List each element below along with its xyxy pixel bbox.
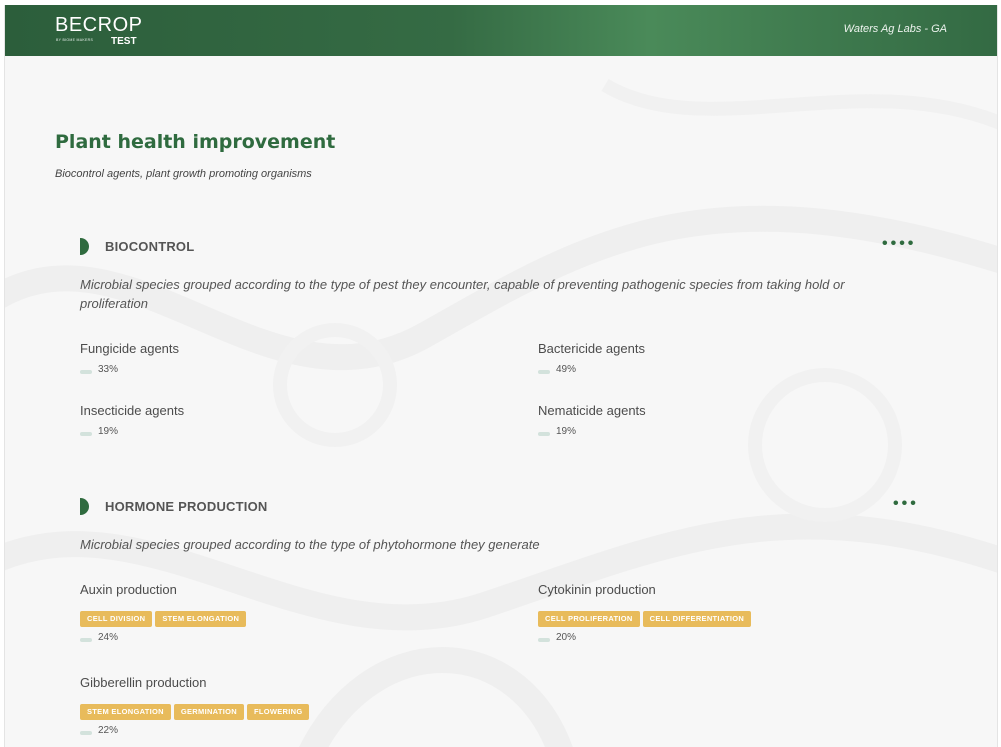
tag: GERMINATION	[173, 704, 244, 720]
half-circle-icon	[80, 238, 89, 255]
more-options-icon[interactable]: •••	[893, 496, 919, 517]
percent-bar	[538, 432, 550, 436]
metric-name: Gibberellin production	[80, 675, 207, 690]
metric-name: Bactericide agents	[538, 341, 645, 356]
section-title: HORMONE PRODUCTION	[105, 499, 268, 514]
metric-name: Cytokinin production	[538, 582, 656, 597]
metric-bactericide: Bactericide agents 49%	[538, 341, 938, 378]
metric-fungicide: Fungicide agents 33%	[80, 341, 480, 378]
more-options-icon[interactable]: ••••	[882, 236, 916, 257]
percent-bar	[80, 731, 92, 735]
lab-name: Waters Ag Labs - GA	[843, 23, 947, 35]
percent-bar	[538, 638, 550, 642]
metric-percent: 19%	[556, 426, 577, 437]
half-circle-icon	[80, 498, 89, 515]
tag: FLOWERING	[246, 704, 310, 720]
logo-byline: BY BIOME MAKERS	[56, 38, 94, 42]
metric-auxin: Auxin production CELL DIVISION STEM ELONG…	[80, 582, 480, 646]
tag-list: CELL DIVISION STEM ELONGATION	[80, 608, 480, 627]
section-title: BIOCONTROL	[105, 239, 195, 254]
metric-name: Fungicide agents	[80, 341, 180, 356]
logo-test-label: TEST	[111, 36, 137, 47]
metric-name: Auxin production	[80, 582, 177, 597]
becrop-logo: BECROP BY BIOME MAKERS TEST	[55, 14, 142, 50]
metric-name: Insecticide agents	[80, 403, 185, 418]
tag: STEM ELONGATION	[155, 611, 247, 627]
tag-list: STEM ELONGATION GERMINATION FLOWERING	[80, 701, 480, 720]
section-header-biocontrol: BIOCONTROL ••••	[80, 236, 930, 257]
metric-percent: 22%	[98, 725, 119, 736]
page-subtitle: Biocontrol agents, plant growth promotin…	[55, 168, 312, 180]
metric-percent: 49%	[556, 364, 577, 375]
logo-wordmark: BECROP	[55, 14, 143, 36]
top-banner: BECROP BY BIOME MAKERS TEST Waters Ag La…	[5, 5, 997, 56]
page-title: Plant health improvement	[55, 131, 336, 153]
percent-bar	[538, 370, 550, 374]
metric-percent: 19%	[98, 426, 119, 437]
section-description: Microbial species grouped according to t…	[80, 537, 540, 552]
metric-percent: 20%	[556, 632, 577, 643]
section-description: Microbial species grouped according to t…	[80, 277, 845, 311]
section-header-hormone-production: HORMONE PRODUCTION •••	[80, 496, 930, 517]
metric-cytokinin: Cytokinin production CELL PROLIFERATION C…	[538, 582, 938, 646]
tag: CELL DIVISION	[80, 611, 153, 627]
tag: CELL PROLIFERATION	[538, 611, 640, 627]
metric-nematicide: Nematicide agents 19%	[538, 403, 938, 440]
metric-name: Nematicide agents	[538, 403, 646, 418]
tag: CELL DIFFERENTIATION	[642, 611, 752, 627]
metric-percent: 24%	[98, 632, 119, 643]
percent-bar	[80, 432, 92, 436]
report-page: BECROP BY BIOME MAKERS TEST Waters Ag La…	[4, 5, 998, 747]
metric-percent: 33%	[98, 364, 119, 375]
tag-list: CELL PROLIFERATION CELL DIFFERENTIATION	[538, 608, 938, 627]
metric-gibberellin: Gibberellin production STEM ELONGATION GE…	[80, 675, 480, 739]
percent-bar	[80, 370, 92, 374]
tag: STEM ELONGATION	[80, 704, 171, 720]
metric-insecticide: Insecticide agents 19%	[80, 403, 480, 440]
percent-bar	[80, 638, 92, 642]
